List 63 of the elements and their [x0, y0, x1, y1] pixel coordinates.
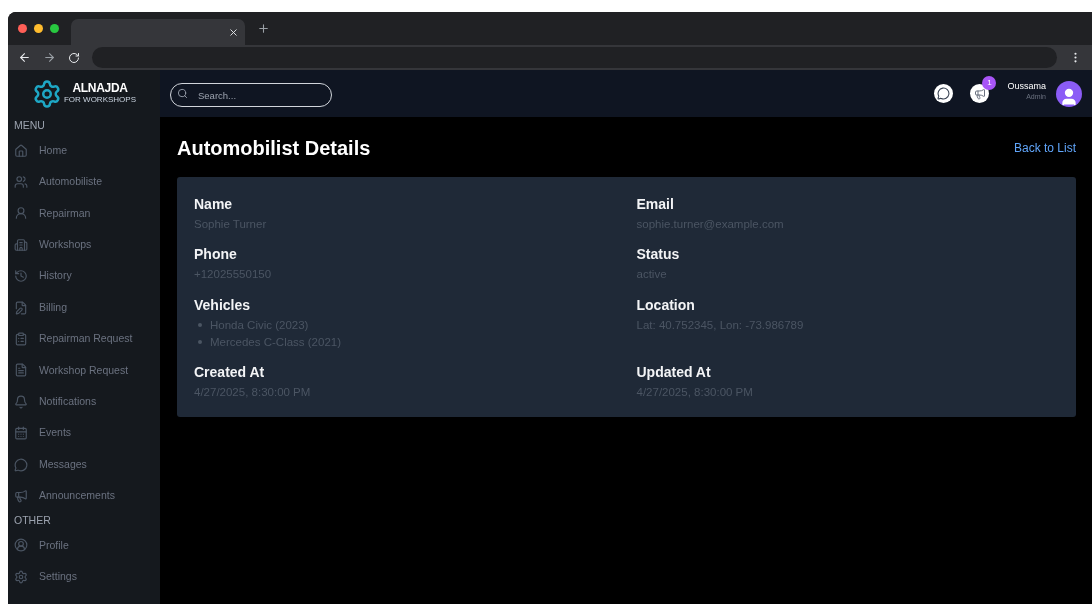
back-to-list-link[interactable]: Back to List — [1013, 139, 1076, 157]
sidebar-item[interactable]: Workshop Request — [8, 354, 160, 387]
megaphone-icon — [14, 489, 28, 503]
chat-bubble-icon — [937, 87, 951, 100]
sidebar-section-title: OTHER — [13, 512, 52, 528]
sidebar-item[interactable]: Profile — [8, 529, 160, 562]
building-icon — [14, 237, 28, 252]
sidebar-item[interactable]: History — [8, 260, 160, 292]
field-label: Name — [194, 195, 234, 213]
bullet-icon — [198, 340, 202, 344]
close-icon[interactable] — [228, 26, 239, 38]
person-icon — [14, 206, 28, 221]
new-tab-icon[interactable] — [257, 22, 270, 35]
back-arrow-icon[interactable] — [18, 51, 31, 64]
bullet-icon — [198, 323, 202, 327]
sidebar-item[interactable]: Workshops — [8, 229, 160, 261]
users-icon — [14, 175, 28, 190]
minimize-window-icon[interactable] — [34, 24, 43, 33]
sidebar-item[interactable]: Repairman — [8, 197, 160, 230]
sidebar-item[interactable]: Messages — [8, 448, 160, 481]
house-icon — [14, 143, 28, 158]
reload-icon[interactable] — [68, 51, 80, 64]
field-label: Created At — [194, 362, 266, 381]
maximize-window-icon[interactable] — [50, 24, 59, 33]
calendar-icon — [14, 426, 28, 441]
field-label: Updated At — [636, 362, 712, 381]
field-label: Vehicles — [194, 295, 252, 314]
person-silhouette-icon — [1059, 86, 1079, 107]
chat-button[interactable] — [934, 84, 954, 103]
bell-icon — [14, 394, 28, 409]
logo-title: ALNAJDA — [72, 82, 128, 95]
forward-arrow-icon[interactable] — [43, 51, 56, 64]
megaphone-icon — [974, 87, 986, 100]
sidebar-item[interactable]: Home — [8, 135, 160, 167]
field-label: Email — [636, 195, 675, 213]
settings-icon — [14, 569, 28, 584]
sidebar-item[interactable]: Billing — [8, 291, 160, 324]
logo-subtitle: FOR WORKSHOPS — [64, 95, 136, 105]
gear-logo-icon — [32, 78, 62, 109]
history-icon — [14, 269, 28, 284]
sidebar-item[interactable]: Settings — [8, 561, 160, 593]
page-title: Automobilist Details — [177, 136, 371, 161]
document-icon — [14, 363, 28, 378]
announcement-button[interactable] — [970, 84, 990, 103]
sidebar-item[interactable]: Announcements — [8, 480, 160, 512]
sidebar-item[interactable]: Repairman Request — [8, 323, 160, 355]
sidebar-item[interactable]: Automobiliste — [8, 166, 160, 198]
field-label: Phone — [194, 245, 238, 264]
avatar[interactable] — [1056, 80, 1082, 107]
search-icon — [177, 87, 188, 99]
chat-bubble-icon — [14, 457, 28, 472]
notification-badge: 1 — [982, 76, 997, 90]
search-field[interactable]: Search... — [170, 83, 332, 107]
sidebar-section-title: MENU — [13, 118, 46, 134]
clipboard-icon — [14, 332, 28, 347]
user-name: Oussama — [1007, 80, 1046, 92]
close-window-icon[interactable] — [18, 24, 27, 33]
sidebar-item[interactable]: Notifications — [8, 386, 160, 418]
document-pen-icon — [14, 300, 28, 315]
field-label: Location — [636, 295, 696, 314]
user-circle-icon — [14, 538, 28, 553]
sidebar-item[interactable]: Events — [8, 417, 160, 449]
field-label: Status — [636, 245, 681, 264]
